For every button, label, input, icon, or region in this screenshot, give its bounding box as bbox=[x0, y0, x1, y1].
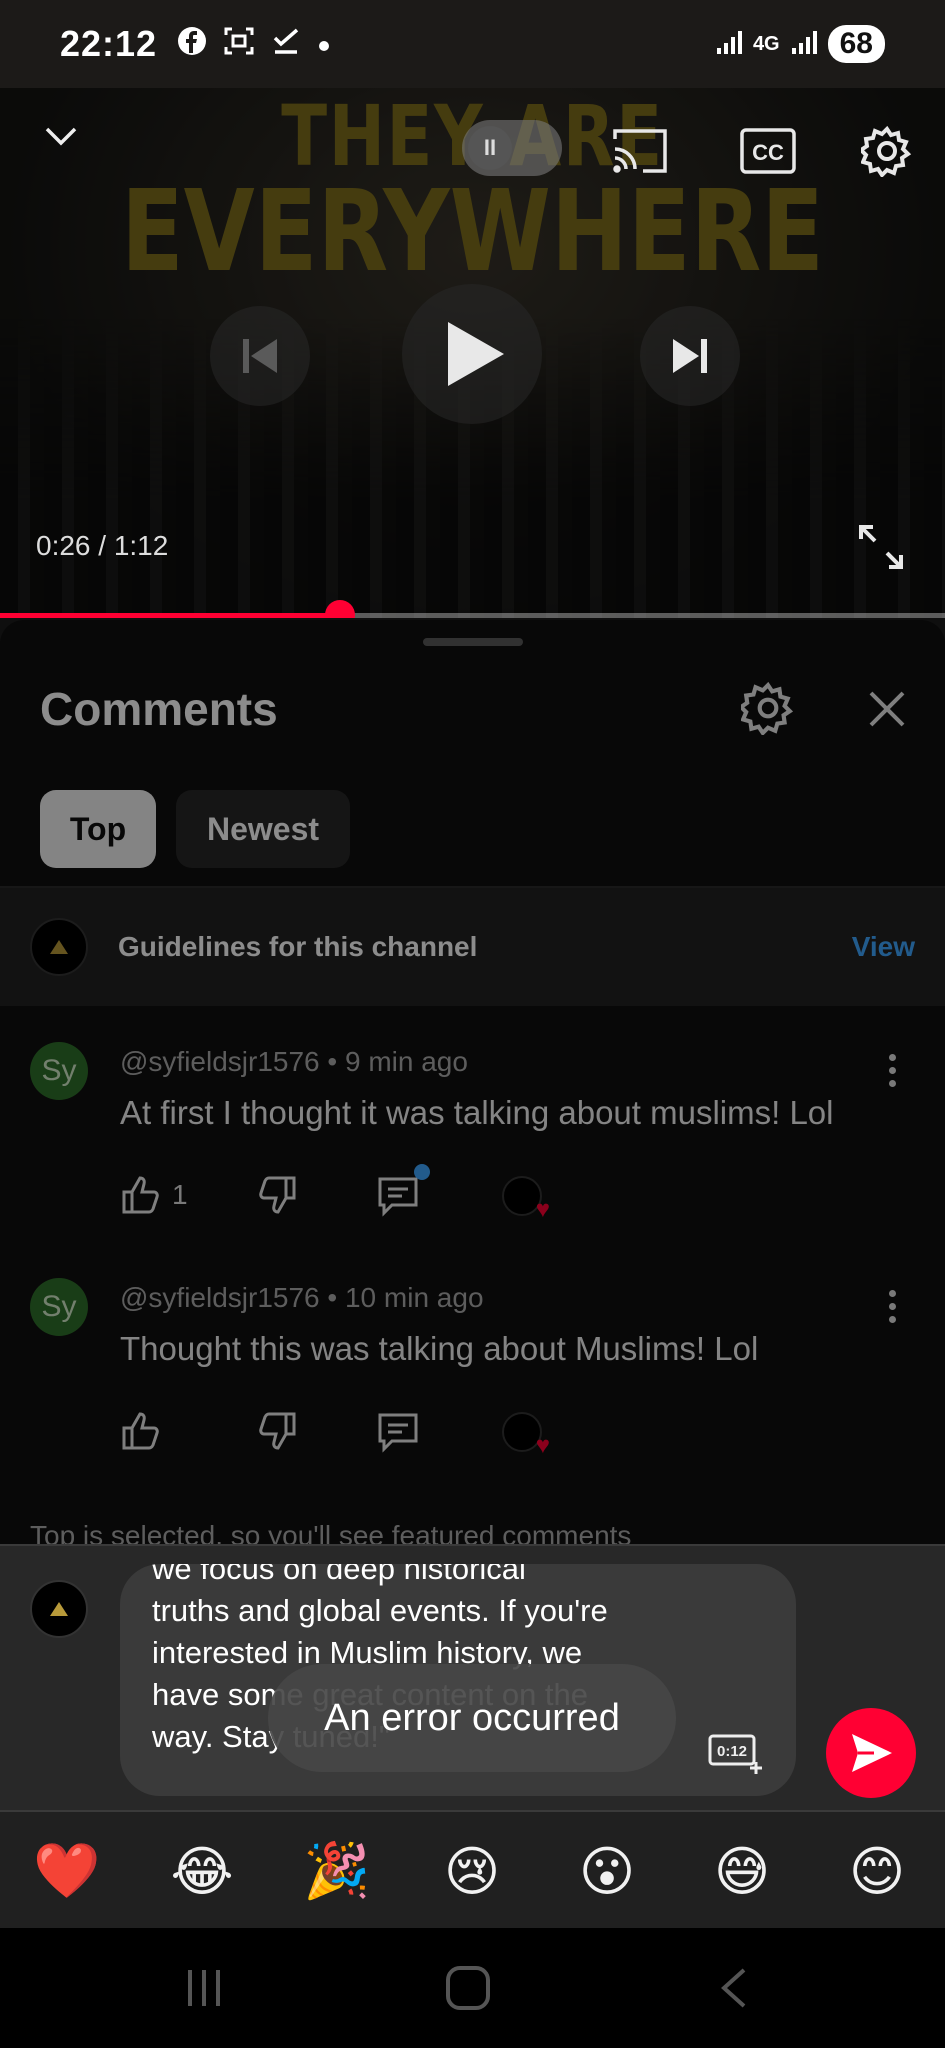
battery-indicator: 68 bbox=[827, 25, 885, 63]
settings-icon[interactable] bbox=[860, 124, 914, 178]
comment-item[interactable]: Sy @syfieldsjr1576 • 9 min ago At first … bbox=[0, 1042, 945, 1262]
signal-icon bbox=[715, 28, 743, 61]
screenshot-icon bbox=[223, 25, 255, 64]
previous-icon[interactable] bbox=[210, 306, 310, 406]
emoji-bar: ❤️ 😂 🎉 😢 😮 😅 😊 bbox=[0, 1810, 945, 1928]
avatar[interactable]: Sy bbox=[30, 1042, 88, 1100]
chevron-down-icon[interactable] bbox=[36, 110, 86, 160]
dot-icon bbox=[317, 28, 331, 60]
chip-top[interactable]: Top bbox=[40, 790, 156, 868]
status-time: 22:12 bbox=[60, 23, 158, 64]
recents-icon[interactable] bbox=[164, 1958, 244, 2018]
new-reply-indicator bbox=[414, 1164, 430, 1180]
system-nav-bar bbox=[0, 1928, 945, 2048]
comments-panel: Comments Top Newest Guidelines for this … bbox=[0, 620, 945, 1551]
progress-played bbox=[0, 613, 341, 618]
dislike-button[interactable] bbox=[256, 1170, 298, 1220]
emoji-party[interactable]: 🎉 bbox=[302, 1836, 372, 1906]
status-bar: 22:12 4G 68 bbox=[0, 0, 945, 88]
pause-icon: II bbox=[468, 126, 512, 170]
video-player[interactable]: THEY ARE EVERYWHERE II CC 0:26 / 1:12 bbox=[0, 88, 945, 618]
like-button[interactable]: 1 bbox=[120, 1170, 188, 1220]
emoji-sweat-smile[interactable]: 😅 bbox=[707, 1836, 777, 1906]
guidelines-label: Guidelines for this channel bbox=[118, 931, 478, 962]
cast-icon[interactable] bbox=[610, 126, 670, 176]
emoji-cry[interactable]: 😢 bbox=[437, 1836, 507, 1906]
fullscreen-icon[interactable] bbox=[854, 520, 908, 574]
reply-icon[interactable] bbox=[376, 1170, 420, 1220]
comment-actions: ♥ bbox=[120, 1406, 880, 1459]
guidelines-view-link[interactable]: View bbox=[852, 931, 915, 963]
chip-newest[interactable]: Newest bbox=[176, 790, 350, 868]
dislike-button[interactable] bbox=[256, 1406, 298, 1456]
play-icon[interactable] bbox=[402, 284, 542, 424]
creator-heart-icon: ♥ bbox=[502, 1176, 550, 1223]
check-icon bbox=[271, 26, 301, 63]
send-icon bbox=[852, 1734, 892, 1772]
comment-item[interactable]: Sy @syfieldsjr1576 • 10 min ago Thought … bbox=[0, 1278, 945, 1498]
status-right-group: 4G 68 bbox=[715, 25, 885, 63]
emoji-heart[interactable]: ❤️ bbox=[32, 1836, 102, 1906]
cc-icon[interactable]: CC bbox=[738, 126, 798, 176]
send-button[interactable] bbox=[826, 1708, 916, 1798]
comment-meta: @syfieldsjr1576 • 9 min ago bbox=[120, 1046, 468, 1077]
avatar[interactable]: Sy bbox=[30, 1278, 88, 1336]
emoji-joy[interactable]: 😂 bbox=[167, 1836, 237, 1906]
progress-bar[interactable] bbox=[0, 600, 945, 618]
channel-guidelines-banner[interactable]: Guidelines for this channel View bbox=[0, 888, 945, 1006]
timestamp-label: 0:12 bbox=[717, 1743, 747, 1760]
autoplay-toggle[interactable]: II bbox=[462, 120, 562, 176]
more-options-icon[interactable] bbox=[887, 1290, 897, 1323]
comment-actions: 1 ♥ bbox=[120, 1164, 880, 1223]
drag-handle[interactable] bbox=[423, 638, 523, 646]
comment-meta: @syfieldsjr1576 • 10 min ago bbox=[120, 1282, 484, 1313]
more-options-icon[interactable] bbox=[887, 1054, 897, 1087]
like-count: 1 bbox=[172, 1179, 188, 1210]
back-icon[interactable] bbox=[694, 1958, 774, 2018]
add-timestamp-button[interactable]: 0:12 bbox=[708, 1732, 764, 1776]
comments-title: Comments bbox=[40, 683, 278, 735]
time-display: 0:26 / 1:12 bbox=[36, 530, 169, 561]
comments-settings-icon[interactable] bbox=[740, 680, 796, 736]
emoji-smile[interactable]: 😊 bbox=[842, 1836, 912, 1906]
signal-icon-2 bbox=[790, 28, 818, 61]
like-button[interactable] bbox=[120, 1406, 172, 1456]
comment-text: At first I thought it was talking about … bbox=[120, 1094, 834, 1131]
status-notification-icons bbox=[177, 25, 331, 64]
reply-icon[interactable] bbox=[376, 1406, 420, 1456]
creator-heart-icon: ♥ bbox=[502, 1412, 550, 1459]
close-icon[interactable] bbox=[862, 684, 912, 734]
facebook-icon bbox=[177, 26, 207, 63]
home-icon[interactable] bbox=[428, 1958, 508, 2018]
next-icon[interactable] bbox=[640, 306, 740, 406]
svg-text:CC: CC bbox=[752, 140, 784, 165]
emoji-surprised[interactable]: 😮 bbox=[572, 1836, 642, 1906]
comment-text: Thought this was talking about Muslims! … bbox=[120, 1330, 759, 1367]
user-avatar bbox=[30, 1580, 88, 1638]
network-type: 4G bbox=[752, 32, 780, 55]
channel-avatar bbox=[30, 918, 88, 976]
error-toast: An error occurred bbox=[268, 1664, 676, 1772]
